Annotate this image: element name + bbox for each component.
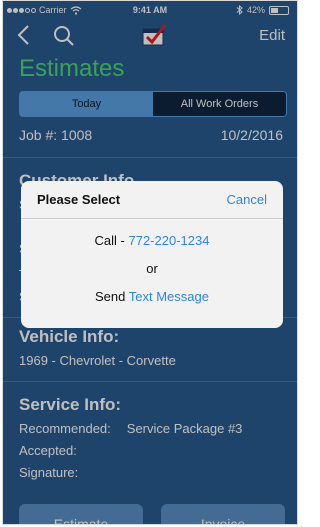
send-row: Send Text Message bbox=[21, 289, 283, 304]
dialog-title: Please Select bbox=[37, 192, 121, 207]
dialog-header: Please Select Cancel bbox=[21, 181, 283, 219]
please-select-dialog: Please Select Cancel Call - 772-220-1234… bbox=[21, 181, 283, 328]
text-message-link[interactable]: Text Message bbox=[129, 289, 209, 304]
or-label: or bbox=[146, 261, 158, 276]
send-prefix: Send bbox=[95, 289, 129, 304]
call-row: Call - 772-220-1234 bbox=[21, 233, 283, 248]
cancel-button[interactable]: Cancel bbox=[227, 192, 267, 207]
phone-link[interactable]: 772-220-1234 bbox=[128, 233, 209, 248]
app-screen: Carrier 9:41 AM 42% Edit Estimates Today… bbox=[2, 0, 298, 525]
call-prefix: Call - bbox=[94, 233, 129, 248]
